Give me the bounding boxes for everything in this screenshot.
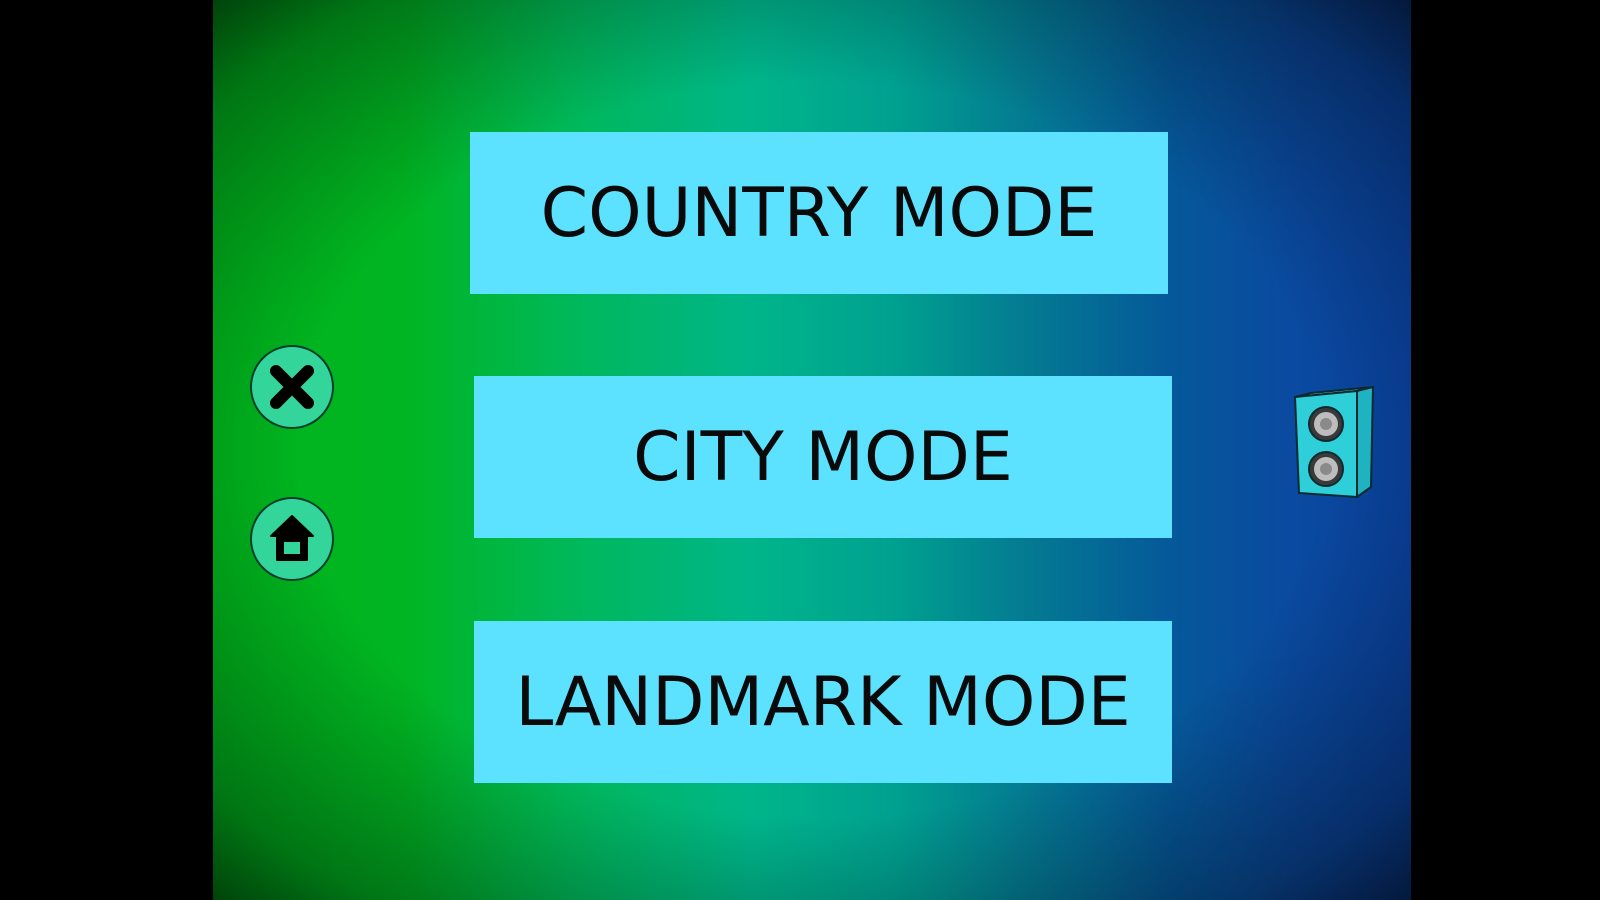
home-button[interactable] xyxy=(250,497,334,581)
home-icon xyxy=(270,515,314,561)
game-screen: COUNTRY MODE CITY MODE LANDMARK MODE xyxy=(213,0,1411,900)
city-mode-button[interactable]: CITY MODE xyxy=(474,376,1172,538)
landmark-mode-button[interactable]: LANDMARK MODE xyxy=(474,621,1172,783)
close-button[interactable] xyxy=(250,345,334,429)
country-mode-button[interactable]: COUNTRY MODE xyxy=(470,132,1168,294)
close-icon xyxy=(270,365,314,409)
speaker-icon xyxy=(1294,386,1374,498)
sound-button[interactable] xyxy=(1291,385,1377,503)
